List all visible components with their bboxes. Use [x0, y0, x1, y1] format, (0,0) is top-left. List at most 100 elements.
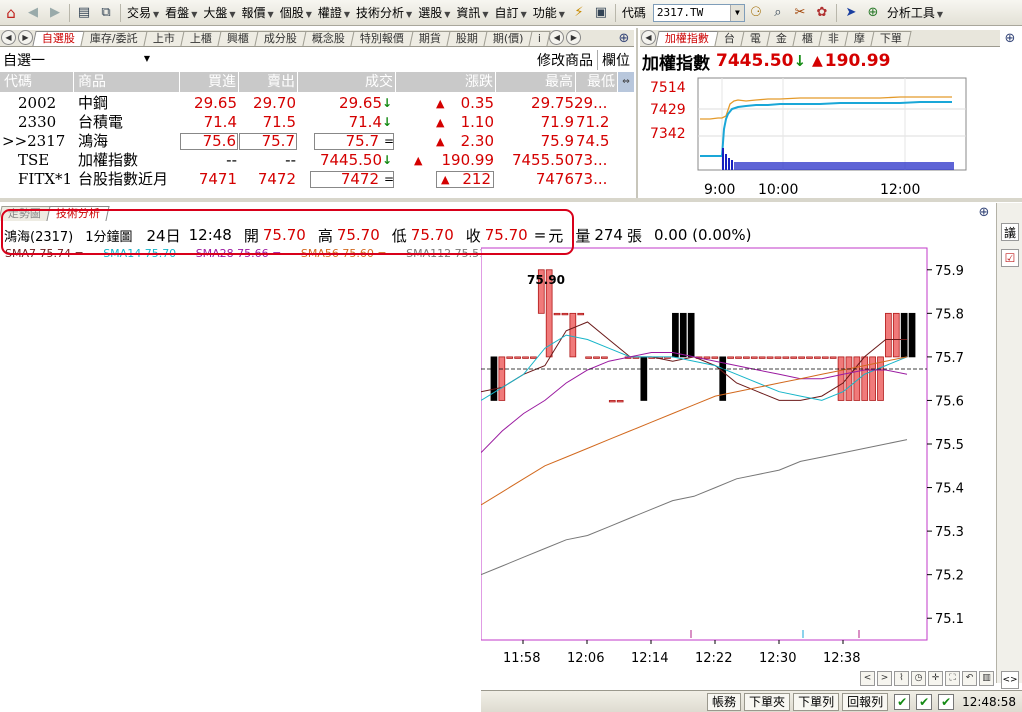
tools-icon[interactable]: ✂ — [790, 3, 810, 23]
undo-icon[interactable]: ↶ — [962, 670, 977, 686]
zoom-in-icon[interactable]: ⊕ — [976, 204, 992, 220]
index-change: 190.99 — [824, 51, 891, 71]
status-check-icon[interactable]: ✔ — [916, 693, 933, 710]
collapse-icon[interactable]: <> — [1001, 671, 1019, 689]
menu-view[interactable]: 看盤 ▼ — [162, 4, 200, 21]
tab-order[interactable]: 下單 — [870, 31, 912, 46]
menu-technical[interactable]: 技術分析 ▼ — [353, 4, 415, 21]
technical-chart[interactable]: 75.9 75.8 75.7 75.6 75.5 75.4 75.3 75.2 75.1 11:… — [481, 246, 993, 670]
table-row[interactable]: 2002 中鋼 29.65 29.70 29.65 ↓ ▲ 0.35 29.75… — [0, 94, 620, 113]
tab-special-quote[interactable]: 特別報價 — [350, 31, 414, 46]
scroll-left-icon[interactable]: < — [860, 670, 875, 686]
header-scroll-icon[interactable]: ⇔ — [618, 72, 634, 92]
account-button[interactable]: 帳務 — [707, 692, 742, 711]
candle — [798, 356, 805, 359]
code-input[interactable]: 2317.TW ▼ — [652, 3, 745, 22]
menu-market[interactable]: 大盤 ▼ — [200, 4, 238, 21]
tab-concept[interactable]: 概念股 — [302, 31, 355, 46]
discuss-button[interactable]: 議 — [1001, 223, 1019, 241]
tab-prev-icon[interactable]: ◀ — [1, 30, 16, 45]
analysis-tools-icon[interactable]: ⊕ — [863, 3, 883, 23]
cell-ask: 71.5 — [262, 113, 296, 131]
tab-emerging[interactable]: 興櫃 — [217, 31, 259, 46]
menu-custom[interactable]: 自訂 ▼ — [492, 4, 530, 21]
columns-button[interactable]: 欄位 — [597, 50, 634, 70]
tab-prev-icon[interactable]: ◀ — [641, 30, 656, 45]
tab-stock-futures[interactable]: 股期 — [446, 31, 488, 46]
check-icon[interactable]: ☑ — [1001, 249, 1019, 267]
modify-symbols-button[interactable]: 修改商品 — [537, 50, 597, 70]
chevron-down-icon[interactable]: ▼ — [729, 4, 744, 21]
fit-icon[interactable]: ⛶ — [945, 670, 960, 686]
col-ask[interactable]: 賣出 — [239, 72, 298, 92]
col-code[interactable]: 代碼 — [0, 72, 74, 92]
table-row[interactable]: TSE 加權指數 -- -- 7445.50 ↓ ▲ 190.99 7455.5… — [0, 151, 620, 170]
window-icon[interactable]: ▣ — [591, 3, 611, 23]
chart-style-icon[interactable]: ⌇ — [894, 670, 909, 686]
order-folder-button[interactable]: 下單夾 — [744, 692, 791, 711]
menu-stock[interactable]: 個股 ▼ — [277, 4, 315, 21]
col-name[interactable]: 商品 — [74, 72, 180, 92]
menu-info[interactable]: 資訊 ▼ — [453, 4, 491, 21]
col-low[interactable]: 最低 — [576, 72, 618, 92]
report-bar-button[interactable]: 回報列 — [842, 692, 889, 711]
table-row[interactable]: >>2317 鴻海 75.6 75.7 75.7 = ▲ 2.30 75.9 7… — [0, 132, 620, 151]
forward-icon[interactable]: ▶ — [45, 3, 65, 23]
zoom-in-icon[interactable]: ⊕ — [616, 30, 632, 46]
back-icon[interactable]: ◀ — [23, 3, 43, 23]
col-bid[interactable]: 買進 — [180, 72, 239, 92]
menu-function[interactable]: 功能 ▼ — [530, 4, 568, 21]
col-change[interactable]: 漲跌 — [396, 72, 496, 92]
clock-icon[interactable]: ◷ — [911, 670, 926, 686]
tab-more[interactable]: i — [528, 31, 551, 46]
tab-next-icon[interactable]: ▶ — [18, 30, 33, 45]
order-bar-button[interactable]: 下單列 — [793, 692, 840, 711]
tab-constituents[interactable]: 成分股 — [254, 31, 307, 46]
bar-time: 12:48 — [188, 226, 232, 244]
tab-inventory[interactable]: 庫存/委託 — [80, 31, 148, 46]
panel-splitter[interactable] — [0, 198, 1022, 202]
menu-trade[interactable]: 交易 ▼ — [124, 4, 162, 21]
tab-futures-price[interactable]: 期(價) — [483, 31, 533, 46]
table-row[interactable]: 2330 台積電 71.4 71.5 71.4 ↓ ▲ 1.10 71.9 71… — [0, 113, 620, 132]
binoculars-icon[interactable]: ⚆ — [746, 3, 766, 23]
menu-warrant[interactable]: 權證 ▼ — [315, 4, 353, 21]
status-check-icon[interactable]: ✔ — [894, 693, 911, 710]
stock-label: 鴻海(2317) — [4, 229, 74, 245]
scroll-right-icon[interactable]: > — [877, 670, 892, 686]
cursor-icon[interactable]: ➤ — [841, 3, 861, 23]
magnifier-icon[interactable]: ⌕ — [768, 3, 788, 23]
tab-taiex[interactable]: 加權指數 — [655, 31, 719, 46]
print-icon[interactable]: ▤ — [74, 3, 94, 23]
tab-futures[interactable]: 期貨 — [409, 31, 451, 46]
panel-splitter[interactable] — [636, 28, 638, 200]
tab-technical-analysis[interactable]: 技術分析 — [46, 206, 110, 221]
tab-watchlist[interactable]: 自選股 — [32, 31, 85, 46]
stamp-icon[interactable]: ✿ — [812, 3, 832, 23]
col-last[interactable]: 成交 — [298, 72, 396, 92]
tab-trend-chart[interactable]: 走勢圖 — [0, 206, 51, 221]
lightning-icon[interactable]: ⚡ — [569, 3, 589, 23]
col-high[interactable]: 最高 — [496, 72, 576, 92]
tab-label: 特別報價 — [359, 32, 404, 45]
bar-chart-icon[interactable]: ▥ — [979, 670, 994, 686]
crosshair-icon[interactable]: ✛ — [928, 670, 943, 686]
tab-otc[interactable]: 上櫃 — [180, 31, 222, 46]
chevron-down-icon: ▼ — [191, 10, 198, 19]
menu-quote[interactable]: 報價 ▼ — [239, 4, 277, 21]
zoom-in-icon[interactable]: ⊕ — [1002, 30, 1018, 46]
candle — [672, 312, 679, 358]
arrow-up-icon: ▲ — [441, 173, 450, 186]
home-icon[interactable]: ⌂ — [1, 3, 21, 23]
popout-icon[interactable]: ⧉ — [96, 3, 116, 23]
tab-listed[interactable]: 上市 — [143, 31, 185, 46]
status-check-icon[interactable]: ✔ — [938, 693, 955, 710]
tab-scroll-prev-icon[interactable]: ◀ — [549, 30, 565, 45]
menu-analysis-tools[interactable]: 分析工具 ▼ — [884, 4, 946, 21]
period-label[interactable]: 1分鐘圖 — [85, 226, 132, 245]
group-select[interactable]: 自選一 ▼ — [0, 50, 150, 70]
table-row[interactable]: FITX*1 台股指數近月 7471 7472 7472 = 212 ▲ 747… — [0, 170, 620, 189]
low-label: 低 — [391, 226, 407, 245]
menu-screener[interactable]: 選股 ▼ — [415, 4, 453, 21]
tab-scroll-next-icon[interactable]: ▶ — [566, 30, 582, 45]
